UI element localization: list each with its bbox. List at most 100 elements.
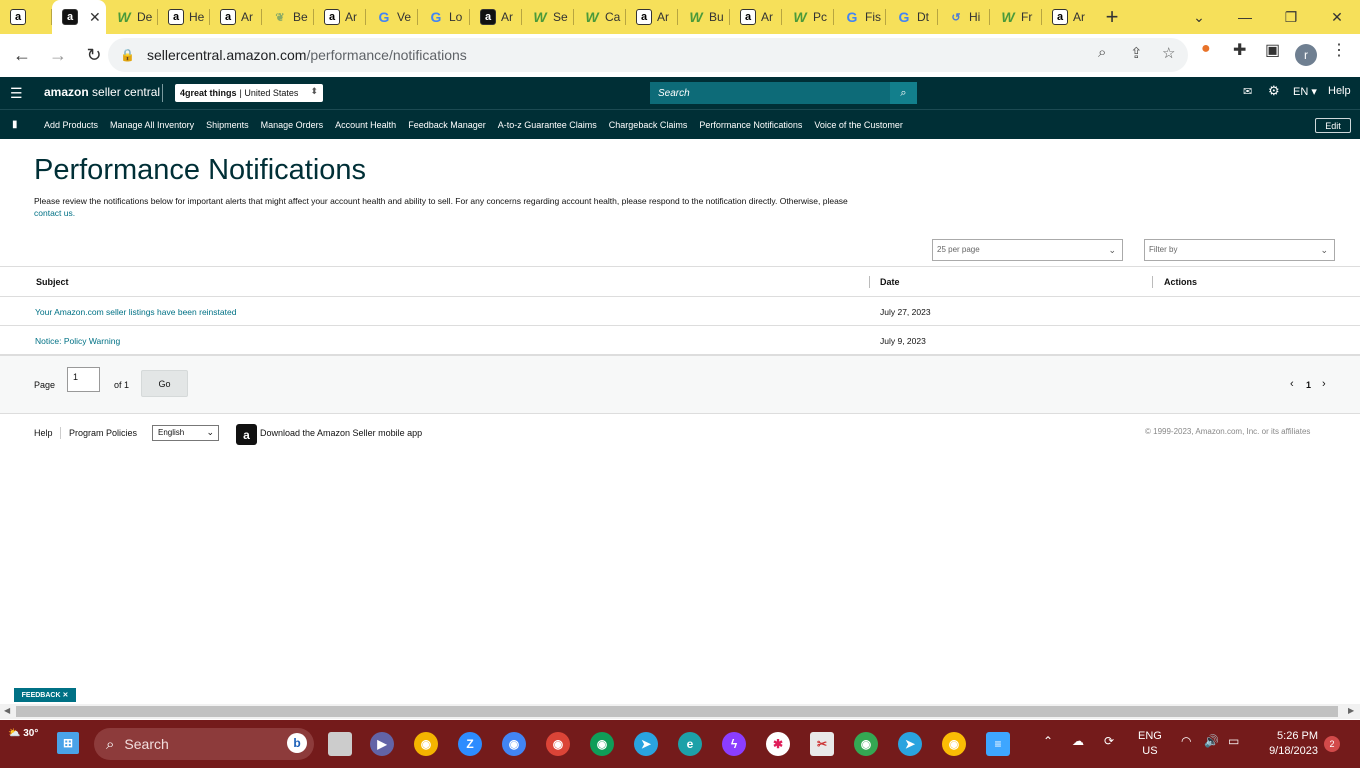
wifi-icon[interactable]: ◠ (1181, 734, 1191, 748)
telegram-icon[interactable]: ➤ (634, 732, 658, 756)
taskbar-search[interactable]: ⌕ Search (94, 728, 314, 760)
search-icon[interactable]: ⌕ (890, 82, 917, 104)
zoom-app-icon[interactable]: Z (458, 732, 482, 756)
browser-tab[interactable]: a Ar (210, 0, 262, 34)
back-icon[interactable]: ← (6, 39, 38, 71)
amazon-app-icon[interactable]: a (236, 424, 257, 445)
seller-central-logo[interactable]: amazon seller central (44, 85, 160, 99)
chrome-icon[interactable]: ◉ (414, 732, 438, 756)
minimize-button[interactable]: — (1222, 0, 1268, 34)
browser-tab[interactable]: W Bu (678, 0, 730, 34)
filter-select[interactable]: Filter by ⌄ (1144, 239, 1335, 261)
notification-subject-link[interactable]: Your Amazon.com seller listings have bee… (35, 307, 236, 317)
url-bar[interactable]: 🔒 sellercentral.amazon.com/performance/n… (108, 38, 1188, 72)
browser-tab[interactable]: a Ar (314, 0, 366, 34)
footer-language-select[interactable]: English ⌄ (152, 425, 219, 441)
new-tab-button[interactable]: + (1094, 4, 1130, 30)
nav-voice-of-customer[interactable]: Voice of the Customer (814, 120, 903, 130)
browser-tab-active[interactable]: a ✕ (52, 0, 106, 34)
side-panel-icon[interactable]: ▣ (1265, 40, 1280, 60)
chrome-icon[interactable]: ◉ (546, 732, 570, 756)
notepad-icon[interactable]: ≡ (986, 732, 1010, 756)
scroll-left-icon[interactable]: ◀ (4, 706, 10, 715)
tab-search-icon[interactable]: ⌄ (1176, 0, 1222, 34)
close-window-button[interactable]: ✕ (1314, 0, 1360, 34)
language-indicator[interactable]: ENG US (1138, 729, 1162, 759)
nav-manage-inventory[interactable]: Manage All Inventory (110, 120, 194, 130)
nav-feedback-manager[interactable]: Feedback Manager (408, 120, 486, 130)
header-date[interactable]: Date (880, 277, 900, 287)
chrome-icon[interactable]: ◉ (502, 732, 526, 756)
restore-button[interactable]: ❐ (1268, 0, 1314, 34)
close-icon[interactable]: ✕ (89, 9, 101, 26)
account-switcher[interactable]: 4great things | United States ⬍ (175, 84, 323, 102)
nav-shipments[interactable]: Shipments (206, 120, 249, 130)
reload-icon[interactable]: ↻ (78, 39, 110, 71)
chrome-icon[interactable]: ◉ (590, 732, 614, 756)
next-page-icon[interactable]: › (1322, 378, 1326, 390)
nav-manage-orders[interactable]: Manage Orders (261, 120, 324, 130)
teams-icon[interactable]: ▶ (370, 732, 394, 756)
nav-add-products[interactable]: Add Products (44, 120, 98, 130)
chrome-icon[interactable]: ◉ (942, 732, 966, 756)
header-subject[interactable]: Subject (36, 277, 69, 287)
share-icon[interactable]: ⇪ (1130, 44, 1143, 62)
footer-help-link[interactable]: Help (34, 428, 53, 438)
nav-chargeback-claims[interactable]: Chargeback Claims (609, 120, 688, 130)
volume-icon[interactable]: 🔊 (1204, 734, 1219, 748)
snipping-tool-icon[interactable]: ✂ (810, 732, 834, 756)
notification-badge[interactable]: 2 (1324, 736, 1340, 752)
forward-icon[interactable]: → (42, 39, 74, 71)
profile-avatar[interactable]: r (1295, 44, 1317, 66)
clock[interactable]: 5:26 PM 9/18/2023 (1258, 729, 1318, 759)
windows-start-icon[interactable]: ⊞ (57, 732, 79, 754)
download-app-link[interactable]: Download the Amazon Seller mobile app (260, 428, 422, 438)
browser-tab[interactable]: G Lo (418, 0, 470, 34)
slack-icon[interactable]: ✱ (766, 732, 790, 756)
search-input[interactable]: Search (650, 82, 890, 104)
browser-tab[interactable]: G Dt (886, 0, 938, 34)
page-number-input[interactable]: 1 (67, 367, 100, 392)
browser-tab[interactable]: a Ar (1042, 0, 1094, 34)
go-button[interactable]: Go (141, 370, 188, 397)
messenger-icon[interactable]: ϟ (722, 732, 746, 756)
bing-icon[interactable]: b (287, 733, 307, 753)
cloud-icon[interactable]: ☁ (1072, 734, 1084, 748)
extensions-puzzle-icon[interactable]: ✚ (1233, 40, 1246, 60)
contact-us-link[interactable]: contact us. (34, 208, 75, 218)
help-link[interactable]: Help (1328, 85, 1351, 97)
mail-icon[interactable]: ✉ (1243, 85, 1252, 98)
weather-widget[interactable]: ⛅ 30° (8, 728, 38, 739)
footer-policies-link[interactable]: Program Policies (69, 428, 137, 438)
scroll-right-icon[interactable]: ▶ (1348, 706, 1354, 715)
edge-icon[interactable]: e (678, 732, 702, 756)
feedback-button[interactable]: FEEDBACK ✕ (14, 688, 76, 702)
browser-tab[interactable]: W Fr (990, 0, 1042, 34)
nav-performance-notifications[interactable]: Performance Notifications (699, 120, 802, 130)
browser-tab[interactable]: W De (106, 0, 158, 34)
browser-tab[interactable]: a Ar (626, 0, 678, 34)
nav-account-health[interactable]: Account Health (335, 120, 396, 130)
telegram-icon[interactable]: ➤ (898, 732, 922, 756)
current-page-number[interactable]: 1 (1306, 380, 1311, 390)
browser-tab[interactable]: a He (158, 0, 210, 34)
browser-tab[interactable]: G Ve (366, 0, 418, 34)
tray-overflow-icon[interactable]: ⌃ (1043, 734, 1053, 748)
browser-tab[interactable]: G Fis (834, 0, 886, 34)
task-view-icon[interactable] (328, 732, 352, 756)
browser-tab[interactable]: W Se (522, 0, 574, 34)
bookmark-star-icon[interactable]: ☆ (1162, 44, 1175, 62)
prev-page-icon[interactable]: ‹ (1290, 378, 1294, 390)
per-page-select[interactable]: 25 per page ⌄ (932, 239, 1123, 261)
notification-subject-link[interactable]: Notice: Policy Warning (35, 336, 120, 346)
battery-icon[interactable]: ▭ (1228, 734, 1239, 748)
browser-tab[interactable]: ❦ Be (262, 0, 314, 34)
edit-button[interactable]: Edit (1315, 118, 1351, 133)
chrome-icon[interactable]: ◉ (854, 732, 878, 756)
nav-atoz-claims[interactable]: A-to-z Guarantee Claims (498, 120, 597, 130)
browser-tab[interactable]: a Ar (730, 0, 782, 34)
sync-icon[interactable]: ⟳ (1104, 734, 1114, 748)
extension-icon[interactable]: ● (1201, 40, 1211, 58)
browser-tab[interactable]: W Pc (782, 0, 834, 34)
hamburger-menu-icon[interactable]: ☰ (10, 85, 23, 102)
